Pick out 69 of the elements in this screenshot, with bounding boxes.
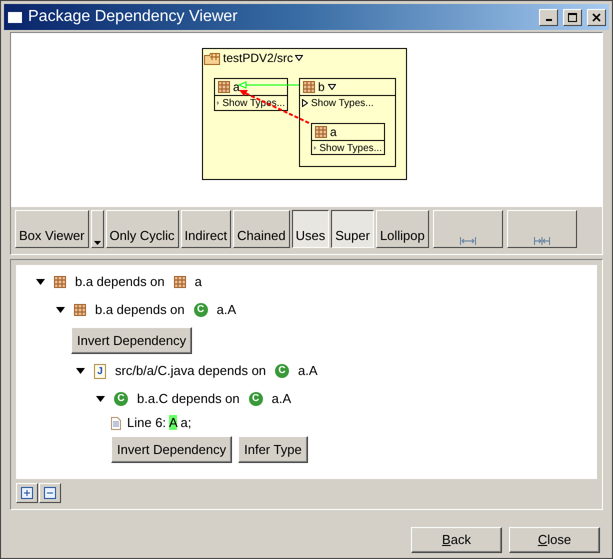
plus-icon xyxy=(21,487,33,499)
caret-icon xyxy=(94,241,101,245)
window-icon xyxy=(7,10,23,24)
dropdown-button[interactable] xyxy=(90,210,104,248)
minimize-icon xyxy=(546,19,552,21)
class-icon: C xyxy=(248,392,263,406)
dialog-button[interactable]: Invert Dependency xyxy=(71,327,192,354)
dependency-label: b.a depends on xyxy=(75,273,165,292)
expanded-arrow-icon[interactable] xyxy=(56,307,65,313)
class-icon: C xyxy=(275,364,290,378)
close-icon xyxy=(592,12,601,22)
source-line: Line 6: A a; xyxy=(127,414,192,432)
java-file-icon: J xyxy=(94,364,106,378)
expand-all-button[interactable] xyxy=(16,483,38,503)
show-types-toggle[interactable]: Show Types... xyxy=(311,96,374,110)
toolbar-button[interactable]: Chained xyxy=(233,210,290,248)
dependency-target: a.A xyxy=(298,362,318,380)
close-button[interactable] xyxy=(587,8,606,26)
toolbar-button[interactable]: Super xyxy=(331,210,374,248)
toolbar-button[interactable]: Box Viewer xyxy=(15,210,89,248)
show-types-toggle[interactable]: Show Types... xyxy=(319,140,382,156)
expanded-arrow-icon[interactable] xyxy=(76,368,85,374)
package-icon xyxy=(303,81,315,93)
class-icon: C xyxy=(194,303,208,317)
dependency-label: b.a depends on xyxy=(95,301,185,320)
spread-button[interactable] xyxy=(432,210,503,248)
toolbar-button[interactable]: Uses xyxy=(292,210,330,248)
dropdown-arrow-icon[interactable] xyxy=(328,84,336,90)
window-title: Package Dependency Viewer xyxy=(28,7,239,27)
minus-icon xyxy=(44,487,56,499)
document-icon xyxy=(111,416,121,430)
package-node[interactable]: b Show Types... a Show Types... xyxy=(299,78,396,167)
package-name: a xyxy=(330,124,337,141)
maximize-icon xyxy=(568,12,577,22)
maximize-button[interactable] xyxy=(563,8,582,26)
expand-arrow-icon[interactable] xyxy=(217,99,220,107)
package-name: a xyxy=(233,79,240,96)
spread-arrows-icon xyxy=(460,237,476,245)
folder-label: testPDV2/src xyxy=(223,50,294,67)
dependency-target: a.A xyxy=(272,390,292,408)
package-icon xyxy=(218,81,230,93)
dependency-target: a.A xyxy=(216,301,236,320)
dialog-button[interactable]: Invert Dependency xyxy=(111,436,232,463)
minimize-button[interactable] xyxy=(539,8,558,26)
package-node[interactable]: a Show Types... xyxy=(311,123,385,155)
package-icon xyxy=(74,304,86,316)
dialog-button[interactable]: Close xyxy=(509,527,600,553)
package-name: b xyxy=(318,79,325,96)
expand-arrow-icon[interactable] xyxy=(314,144,316,152)
compress-button[interactable] xyxy=(506,210,577,248)
collapse-all-button[interactable] xyxy=(39,483,61,503)
dialog-button[interactable]: Infer Type xyxy=(238,436,308,463)
expanded-arrow-icon[interactable] xyxy=(96,396,105,402)
toolbar-button[interactable]: Lollipop xyxy=(376,210,429,248)
dialog-button[interactable]: Back xyxy=(411,527,502,553)
compress-arrows-icon xyxy=(534,237,550,245)
expanded-arrow-icon[interactable] xyxy=(36,279,45,285)
package-icon xyxy=(174,276,186,288)
dropdown-arrow-icon[interactable] xyxy=(295,55,304,61)
dependency-label: src/b/a/C.java depends on xyxy=(115,362,266,380)
toolbar-button[interactable]: Only Cyclic xyxy=(106,210,179,248)
dependency-target: a xyxy=(194,273,202,292)
class-icon: C xyxy=(114,392,128,406)
dependency-label: b.a.C depends on xyxy=(137,390,240,408)
folder-icon xyxy=(204,52,221,64)
toolbar-button[interactable]: Indirect xyxy=(180,210,232,248)
package-icon xyxy=(54,276,66,288)
package-icon xyxy=(315,126,327,138)
expand-arrow-icon[interactable] xyxy=(302,99,308,107)
